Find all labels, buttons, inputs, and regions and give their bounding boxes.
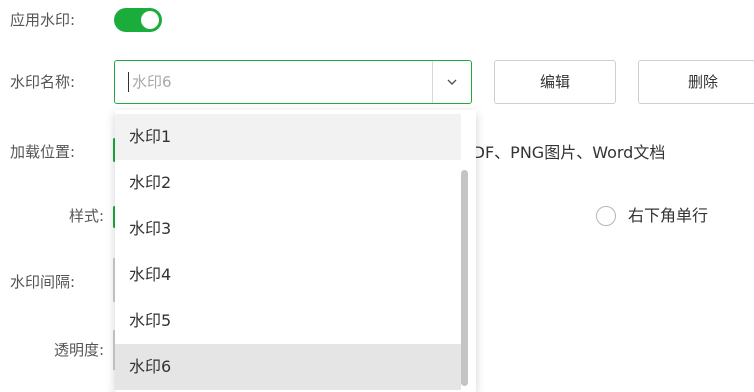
dropdown-option[interactable]: 水印5 bbox=[115, 298, 461, 344]
load-position-options: PDF、PNG图片、Word文档 bbox=[463, 143, 666, 162]
load-position-label: 加载位置: bbox=[10, 143, 76, 161]
style-option-bottom-right[interactable]: 右下角单行 bbox=[628, 206, 708, 226]
apply-watermark-label: 应用水印: bbox=[10, 11, 76, 29]
select-divider bbox=[432, 61, 433, 103]
watermark-name-value: 水印6 bbox=[132, 73, 172, 91]
opacity-label: 透明度: bbox=[53, 341, 104, 359]
watermark-name-label: 水印名称: bbox=[10, 73, 76, 91]
dropdown-option[interactable]: 水印3 bbox=[115, 206, 461, 252]
radio-unchecked-icon[interactable] bbox=[596, 206, 616, 226]
dropdown-option[interactable]: 水印1 bbox=[115, 114, 461, 160]
dropdown-option-selected[interactable]: 水印6 bbox=[115, 344, 461, 390]
watermark-name-select[interactable]: 水印6 bbox=[114, 60, 472, 104]
toggle-knob bbox=[141, 11, 159, 29]
apply-watermark-toggle[interactable] bbox=[114, 8, 162, 32]
dropdown-option[interactable]: 水印4 bbox=[115, 252, 461, 298]
edit-button[interactable]: 编辑 bbox=[494, 60, 616, 104]
style-label: 样式: bbox=[68, 207, 104, 225]
chevron-down-icon[interactable] bbox=[445, 75, 459, 89]
dropdown-scrollbar[interactable] bbox=[461, 170, 468, 386]
watermark-dropdown-menu: 水印1 水印2 水印3 水印4 水印5 水印6 bbox=[115, 110, 476, 392]
delete-button[interactable]: 删除 bbox=[638, 60, 754, 104]
watermark-interval-label: 水印间隔: bbox=[10, 273, 76, 291]
text-cursor bbox=[128, 72, 129, 92]
dropdown-option[interactable]: 水印2 bbox=[115, 160, 461, 206]
